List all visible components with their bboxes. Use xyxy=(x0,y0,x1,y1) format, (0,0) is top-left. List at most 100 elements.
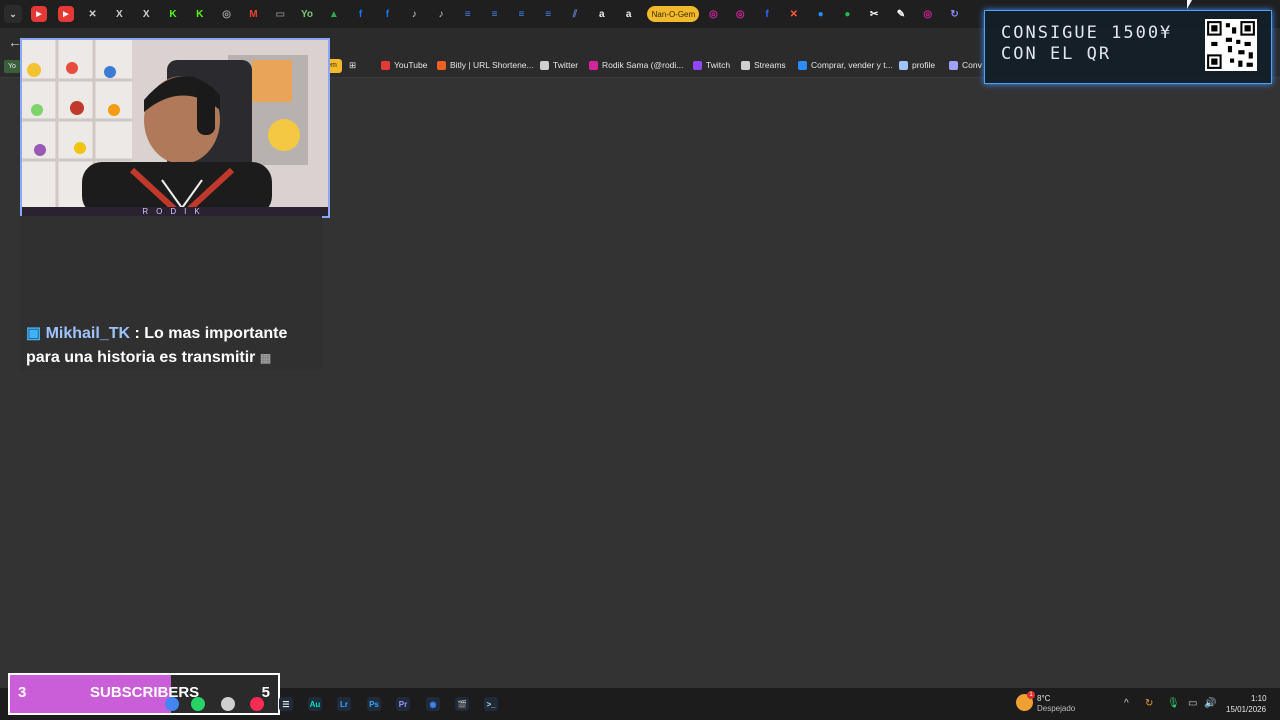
sword-icon[interactable]: ✕ xyxy=(786,6,802,22)
bookmark-twitch[interactable]: Twitch xyxy=(693,60,730,70)
whatsapp-icon[interactable] xyxy=(191,697,205,711)
docs-icon[interactable]: ≡ xyxy=(460,6,476,22)
x-icon[interactable]: X xyxy=(138,6,154,22)
tray-volume-icon[interactable]: 🔊 xyxy=(1204,698,1216,709)
clock-date[interactable]: 15/01/2026 xyxy=(1226,705,1266,714)
bookmark-twitter[interactable]: Twitter xyxy=(540,60,578,70)
facebook-icon[interactable]: f xyxy=(353,6,369,22)
webcam-image xyxy=(22,40,328,216)
mouse-cursor-icon xyxy=(1187,0,1192,9)
tab-search-dropdown-icon[interactable]: ⌄ xyxy=(4,5,22,23)
bookmark-favicon-icon xyxy=(949,60,958,70)
x-icon[interactable]: X xyxy=(111,6,127,22)
tab-nano-o-gem[interactable]: Nan-O-Gem xyxy=(647,6,700,22)
bookmark-favicon-icon xyxy=(899,60,908,70)
bookmark-label: profile xyxy=(912,60,936,70)
bookmark-favicon-icon xyxy=(540,60,549,70)
chat-username: Mikhail_TK xyxy=(45,325,131,342)
tiktok-live-icon[interactable] xyxy=(250,697,264,711)
audition-icon[interactable]: Au xyxy=(308,697,322,711)
bookmark-profile[interactable]: profile xyxy=(899,60,935,70)
chat-separator: : xyxy=(130,325,145,342)
amazon-icon[interactable]: a xyxy=(594,6,610,22)
tray-sync-icon[interactable]: ↻ xyxy=(1145,698,1153,709)
chrome-icon[interactable] xyxy=(165,697,179,711)
bookmark-favicon-icon xyxy=(437,60,446,70)
subscriber-count: 3 xyxy=(18,684,27,701)
capcut-icon[interactable]: ✂ xyxy=(866,6,882,22)
instagram-icon[interactable]: ◎ xyxy=(920,6,936,22)
emote-icon: ▦ xyxy=(259,351,272,365)
bookmark-comprar-vender-y-t[interactable]: Comprar, vender y t... xyxy=(798,60,893,70)
docs-icon[interactable]: ≡ xyxy=(487,6,503,22)
lightroom-icon[interactable]: Lr xyxy=(337,697,351,711)
youtube-icon[interactable]: ▶ xyxy=(31,6,47,22)
bookmark-favicon-icon xyxy=(741,60,750,70)
instagram-icon[interactable]: ◎ xyxy=(732,6,748,22)
qr-code-icon xyxy=(1205,19,1257,71)
bookmark-favicon-icon xyxy=(381,60,390,70)
docs-icon[interactable]: ≡ xyxy=(540,6,556,22)
bookmark-favicon-icon xyxy=(798,60,807,70)
bookmark-label: Twitch xyxy=(706,60,731,70)
bookmark-rodik-sama-rodi[interactable]: Rodik Sama (@rodi... xyxy=(589,60,683,70)
qr-promo-line1: CONSIGUE 1500¥ xyxy=(1001,23,1173,43)
chat-badge-icon: ▣ xyxy=(26,325,42,342)
clock-time[interactable]: 1:10 xyxy=(1251,694,1267,703)
subscriber-target: 5 xyxy=(261,684,270,701)
bookmark-label: Streams xyxy=(754,60,786,70)
facebook-icon[interactable]: f xyxy=(379,6,395,22)
chrome-icon[interactable]: ◉ xyxy=(426,697,440,711)
apps-grid-icon[interactable]: ⊞ xyxy=(349,60,356,71)
photoshop-icon[interactable]: Ps xyxy=(367,697,381,711)
notion-icon[interactable]: ✎ xyxy=(893,6,909,22)
streamlabs-icon[interactable]: ☰ xyxy=(279,697,293,711)
qr-promo-text: CONSIGUE 1500¥ CON EL QR xyxy=(1001,23,1172,65)
sync-icon[interactable]: ↻ xyxy=(947,6,963,22)
youtube-icon[interactable]: ▶ xyxy=(57,6,74,22)
weather-badge: 1 xyxy=(1027,691,1035,699)
generic-tab-icon[interactable]: ▭ xyxy=(272,6,288,22)
tiktok-icon[interactable]: ♪ xyxy=(406,6,422,22)
yo-icon[interactable]: Yo xyxy=(299,6,315,22)
circle-icon[interactable]: ◎ xyxy=(219,6,235,22)
weather-temp[interactable]: 8°C xyxy=(1037,694,1050,703)
gmail-icon[interactable]: M xyxy=(245,6,261,22)
qr-promo-widget: CONSIGUE 1500¥ CON EL QR xyxy=(984,10,1272,84)
stripe-icon[interactable]: ⫽ xyxy=(567,6,583,22)
webcam-banner: RODIK xyxy=(22,207,328,216)
bookmark-favicon-icon xyxy=(693,60,702,70)
fansly-icon[interactable]: f xyxy=(759,6,775,22)
weather-desc[interactable]: Despejado xyxy=(1037,704,1075,713)
premiere-icon[interactable]: Pr xyxy=(396,697,410,711)
subscriber-label: SUBSCRIBERS xyxy=(90,684,200,701)
bookmark-conv[interactable]: Conv xyxy=(949,60,982,70)
bookmark-bitly-url-shortene[interactable]: Bitly | URL Shortene... xyxy=(437,60,534,70)
bookmark-youtube[interactable]: YouTube xyxy=(381,60,427,70)
close-icon[interactable]: ✕ xyxy=(85,6,101,22)
kick-icon[interactable]: K xyxy=(192,6,208,22)
chat-message: ▣ Mikhail_TK : Lo mas importante para un… xyxy=(26,322,316,370)
spotify-icon[interactable]: ● xyxy=(839,6,855,22)
instagram-icon[interactable]: ◎ xyxy=(705,6,721,22)
bookmark-label: Conv xyxy=(962,60,982,70)
obs-icon[interactable] xyxy=(221,697,235,711)
tray-mic-icon[interactable]: 🎙 xyxy=(1167,698,1180,709)
terminal-icon[interactable]: >_ xyxy=(484,697,498,711)
bookmark-label: Rodik Sama (@rodi... xyxy=(602,60,684,70)
qr-promo-line2: CON EL QR xyxy=(1001,44,1112,64)
kick-icon[interactable]: K xyxy=(165,6,181,22)
tiktok-icon[interactable]: ♪ xyxy=(433,6,449,22)
subscriber-goal-bar: 3 SUBSCRIBERS 5 xyxy=(8,673,280,715)
bookmark-label: Twitter xyxy=(553,60,579,70)
copilot-icon[interactable]: ● xyxy=(813,6,829,22)
docs-icon[interactable]: ≡ xyxy=(513,6,529,22)
drive-icon[interactable]: ▲ xyxy=(326,6,342,22)
tray-network-icon[interactable]: ▭ xyxy=(1188,698,1197,709)
webcam-frame: RODIK xyxy=(20,38,330,218)
amazon-icon[interactable]: a xyxy=(621,6,637,22)
bookmark-yo[interactable]: Yo xyxy=(4,60,20,73)
tray-chevron-icon[interactable]: ^ xyxy=(1124,698,1129,709)
bookmark-streams[interactable]: Streams xyxy=(741,60,786,70)
clapper-icon[interactable]: 🎬 xyxy=(455,697,469,711)
